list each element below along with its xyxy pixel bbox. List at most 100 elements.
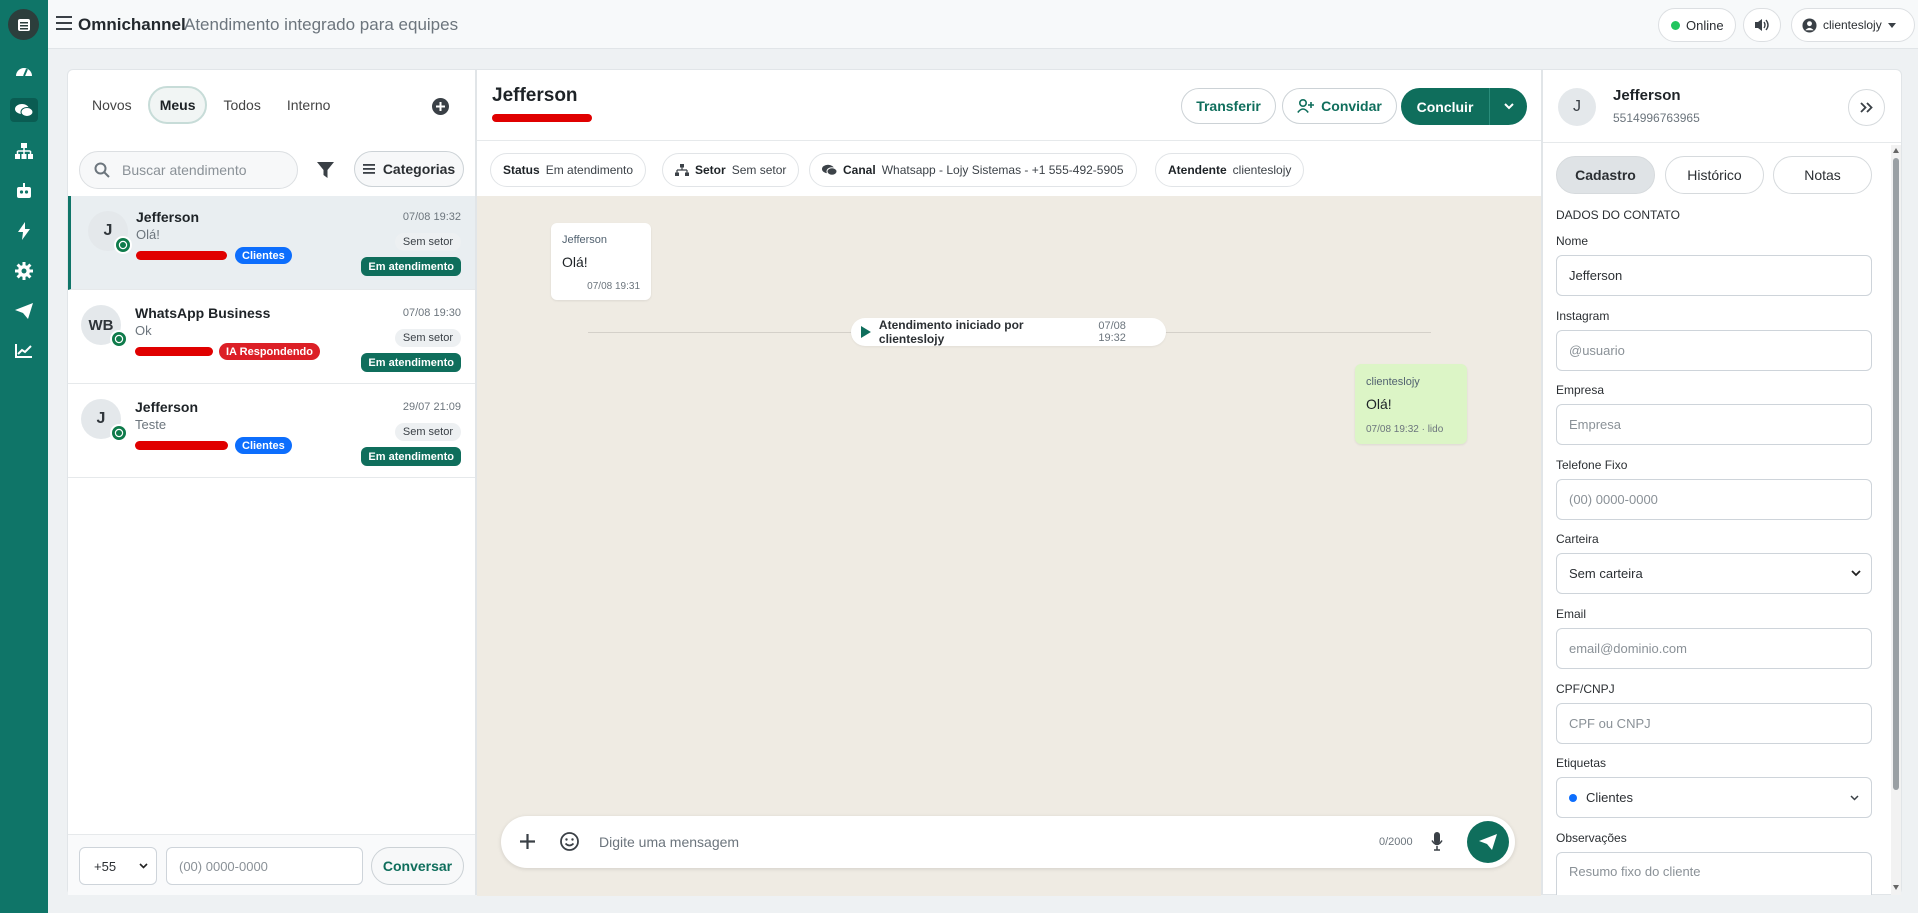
- conversation-item[interactable]: J Jefferson Olá! 07/08 19:32 Clientes Se…: [68, 196, 475, 290]
- transfer-button[interactable]: Transferir: [1181, 88, 1276, 124]
- tags-select[interactable]: Clientes: [1556, 777, 1872, 818]
- tab-historico[interactable]: Histórico: [1665, 156, 1764, 194]
- last-message: Olá!: [136, 227, 160, 242]
- field-label-instagram: Instagram: [1556, 309, 1610, 323]
- categories-label: Categorias: [382, 161, 456, 177]
- field-label-cpf: CPF/CNPJ: [1556, 682, 1615, 696]
- tags-select-value: Clientes: [1586, 790, 1633, 805]
- dashboard-icon[interactable]: [12, 58, 36, 82]
- sector-chip-value: Sem setor: [731, 163, 787, 177]
- name-field[interactable]: Jefferson: [1556, 255, 1872, 296]
- chart-line-icon[interactable]: [12, 339, 36, 363]
- status-chip-label: Status: [503, 163, 540, 177]
- instagram-field[interactable]: @usuario: [1556, 330, 1872, 371]
- gear-icon[interactable]: [12, 259, 36, 283]
- invite-button[interactable]: Convidar: [1282, 88, 1397, 124]
- send-icon[interactable]: [12, 299, 36, 323]
- online-status-label: Online: [1686, 17, 1724, 33]
- tab-todos[interactable]: Todos: [213, 86, 270, 124]
- message-sender: Jefferson: [562, 234, 608, 246]
- invite-label: Convidar: [1321, 98, 1382, 114]
- hamburger-menu-icon[interactable]: [56, 16, 72, 35]
- collapse-panel-button[interactable]: [1848, 89, 1885, 126]
- field-label-etiquetas: Etiquetas: [1556, 756, 1607, 770]
- country-code-select[interactable]: +55: [79, 847, 157, 885]
- channel-chip-value: Whatsapp - Lojy Sistemas - +1 555-492-59…: [881, 163, 1124, 177]
- finish-button[interactable]: Concluir: [1401, 88, 1489, 125]
- robot-icon[interactable]: [12, 179, 36, 203]
- user-menu-button[interactable]: clienteslojy: [1791, 8, 1915, 42]
- incoming-message: Jefferson Olá! 07/08 19:31: [551, 223, 651, 300]
- tab-novos[interactable]: Novos: [82, 86, 142, 124]
- volume-icon: [1755, 19, 1769, 31]
- status-badge: Em atendimento: [361, 353, 461, 372]
- lightning-icon[interactable]: [12, 219, 36, 243]
- system-event-text: Atendimento iniciado por clienteslojy: [878, 318, 1024, 346]
- attach-plus-icon[interactable]: [520, 834, 535, 854]
- field-label-nome: Nome: [1556, 234, 1589, 248]
- divider: [1543, 142, 1901, 143]
- brand-subtitle: Atendimento integrado para equipes: [184, 15, 459, 34]
- scroll-down-icon[interactable]: [1893, 885, 1899, 890]
- landline-field[interactable]: (00) 0000-0000: [1556, 479, 1872, 520]
- wallet-select-value: Sem carteira: [1569, 566, 1643, 581]
- contact-name: WhatsApp Business: [135, 305, 271, 321]
- emoji-icon[interactable]: [560, 832, 579, 856]
- sector-chip[interactable]: Setor Sem setor: [662, 153, 800, 187]
- redacted-bar: [136, 251, 227, 260]
- sitemap-icon[interactable]: [12, 139, 36, 163]
- user-name: clienteslojy: [1823, 18, 1882, 32]
- email-field[interactable]: email@dominio.com: [1556, 628, 1872, 669]
- sound-toggle-button[interactable]: [1743, 8, 1781, 42]
- categories-button[interactable]: Categorias: [354, 151, 464, 187]
- caret-down-icon: [1887, 22, 1896, 28]
- contact-panel: J Jefferson 5514996763965 Cadastro Histó…: [1542, 69, 1902, 895]
- phone-input[interactable]: (00) 0000-0000: [166, 847, 363, 885]
- message-area[interactable]: Jefferson Olá! 07/08 19:31 Atendimento i…: [477, 196, 1541, 896]
- redacted-bar: [492, 114, 592, 122]
- new-conversation-bar: +55 (00) 0000-0000 Conversar: [68, 834, 475, 895]
- tab-interno[interactable]: Interno: [277, 86, 341, 124]
- finish-options-button[interactable]: [1489, 88, 1527, 125]
- chevron-down-icon: [1503, 103, 1514, 110]
- system-event-time: 07/08 19:32: [1098, 320, 1126, 344]
- company-field[interactable]: Empresa: [1556, 404, 1872, 445]
- search-placeholder: Buscar atendimento: [122, 162, 247, 178]
- wallet-select[interactable]: Sem carteira: [1556, 553, 1872, 594]
- field-label-email: Email: [1556, 607, 1587, 621]
- contact-name: Jefferson: [1613, 87, 1681, 104]
- tab-notas[interactable]: Notas: [1773, 156, 1872, 194]
- scrollbar-thumb[interactable]: [1893, 158, 1899, 790]
- search-icon: [94, 162, 110, 178]
- scrollbar[interactable]: [1891, 145, 1901, 895]
- field-label-carteira: Carteira: [1556, 532, 1599, 546]
- tab-cadastro[interactable]: Cadastro: [1556, 156, 1655, 194]
- search-input[interactable]: Buscar atendimento: [79, 151, 298, 189]
- send-button[interactable]: [1467, 821, 1509, 863]
- notes-textarea[interactable]: Resumo fixo do cliente: [1556, 852, 1872, 895]
- cpf-field[interactable]: CPF ou CNPJ: [1556, 703, 1872, 744]
- tag-color-dot: [1569, 793, 1577, 802]
- chat-title: Jefferson: [492, 85, 578, 106]
- scroll-up-icon[interactable]: [1893, 148, 1899, 153]
- channel-chip-label: Canal: [843, 163, 876, 177]
- chevron-down-icon: [1851, 570, 1861, 577]
- start-conversation-button[interactable]: Conversar: [371, 847, 464, 885]
- status-chip: Status Em atendimento: [490, 153, 647, 187]
- app-logo-icon[interactable]: [8, 9, 39, 40]
- add-conversation-icon[interactable]: [432, 98, 449, 120]
- chats-icon[interactable]: [10, 98, 38, 122]
- filter-icon[interactable]: [317, 162, 334, 183]
- icon-rail: [0, 0, 48, 913]
- conversation-item[interactable]: J Jefferson Teste 29/07 21:09 Clientes S…: [68, 384, 475, 478]
- message-time: 07/08 19:31: [587, 281, 640, 292]
- message-input[interactable]: Digite uma mensagem: [599, 834, 1219, 850]
- tab-meus[interactable]: Meus: [147, 86, 208, 124]
- whatsapp-icon: [110, 330, 128, 348]
- brand-name: Omnichannel: [78, 15, 186, 34]
- conversation-item[interactable]: WB WhatsApp Business Ok 07/08 19:30 IA R…: [68, 290, 475, 384]
- sitemap-icon: [675, 164, 689, 176]
- online-status-toggle[interactable]: Online: [1658, 8, 1736, 42]
- redacted-bar: [135, 347, 213, 356]
- microphone-icon[interactable]: [1431, 832, 1443, 856]
